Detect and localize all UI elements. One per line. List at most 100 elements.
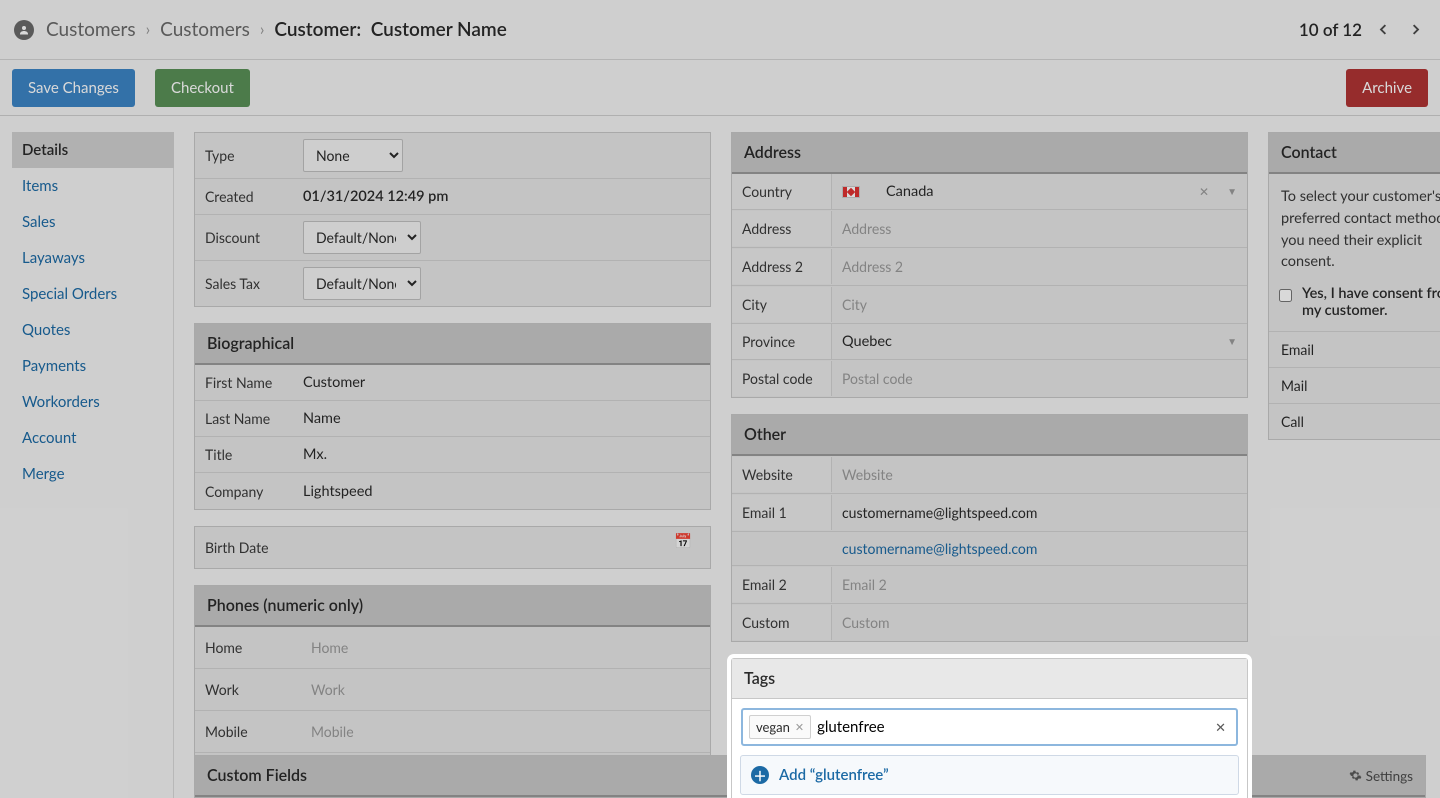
pager-next-button[interactable]	[1404, 19, 1426, 41]
sidebar-item-items[interactable]: Items	[12, 168, 173, 204]
sidebar: Details Items Sales Layaways Special Ord…	[12, 132, 174, 798]
checkout-button[interactable]: Checkout	[155, 69, 250, 107]
phones-header: Phones (numeric only)	[195, 586, 710, 627]
consent-row[interactable]: Yes, I have consent from my customer.	[1269, 285, 1440, 331]
first-name-value[interactable]: Customer	[295, 365, 710, 400]
company-label: Company	[195, 474, 295, 509]
email2-label: Email 2	[732, 567, 832, 602]
province-label: Province	[732, 324, 832, 359]
pager-prev-button[interactable]	[1372, 19, 1394, 41]
sidebar-item-sales[interactable]: Sales	[12, 204, 173, 240]
first-name-label: First Name	[195, 365, 295, 400]
chevron-down-icon: ▼	[1227, 336, 1237, 348]
contact-method-email-label: Email	[1281, 341, 1314, 358]
type-select[interactable]: None	[303, 139, 403, 172]
phone-home-input[interactable]	[303, 633, 702, 662]
country-select[interactable]: Canada ✕ ▼	[832, 174, 1247, 209]
sidebar-item-payments[interactable]: Payments	[12, 348, 173, 384]
sidebar-item-layaways[interactable]: Layaways	[12, 240, 173, 276]
phone-work-label: Work	[195, 672, 295, 707]
province-select[interactable]: Quebec ▼	[832, 324, 1247, 359]
last-name-label: Last Name	[195, 401, 295, 436]
sidebar-item-special-orders[interactable]: Special Orders	[12, 276, 173, 312]
province-value: Quebec	[842, 333, 892, 350]
custom-label: Custom	[732, 605, 832, 640]
postal-input[interactable]	[832, 360, 1247, 397]
consent-checkbox[interactable]	[1279, 288, 1292, 303]
contact-body-text: To select your customer's preferred cont…	[1269, 174, 1440, 285]
sidebar-item-details[interactable]: Details	[12, 132, 174, 168]
biographical-header: Biographical	[195, 324, 710, 365]
sidebar-item-account[interactable]: Account	[12, 420, 173, 456]
top-bar: Customers › Customers › Customer: Custom…	[0, 0, 1440, 60]
column-3: Contact To select your customer's prefer…	[1268, 132, 1440, 456]
contact-panel: Contact To select your customer's prefer…	[1268, 132, 1440, 440]
birthdate-label: Birth Date	[195, 530, 295, 565]
contact-header: Contact	[1269, 133, 1440, 174]
birthdate-input[interactable]	[303, 533, 674, 562]
country-value: Canada	[886, 183, 934, 200]
column-2: Address CountryCanada✕▼ Address Address …	[731, 132, 1248, 798]
email2-input[interactable]	[832, 566, 1247, 603]
email1-input[interactable]	[832, 494, 1247, 531]
birthdate-panel: Birth Date 📅	[194, 526, 711, 569]
breadcrumb-current: Customer: Customer Name	[274, 18, 506, 41]
type-label: Type	[195, 138, 295, 173]
created-value: 01/31/2024 12:49 pm	[295, 179, 710, 214]
phone-home-label: Home	[195, 630, 295, 665]
address-panel: Address CountryCanada✕▼ Address Address …	[731, 132, 1248, 398]
discount-label: Discount	[195, 220, 295, 255]
tags-add-label: Add “glutenfree”	[779, 766, 889, 784]
email1-link[interactable]: customername@lightspeed.com	[732, 532, 1247, 566]
tags-text-input[interactable]	[817, 718, 1205, 736]
sidebar-item-workorders[interactable]: Workorders	[12, 384, 173, 420]
tags-header: Tags	[732, 659, 1247, 699]
chevron-down-icon: ▼	[1227, 186, 1237, 198]
breadcrumb-l2[interactable]: Customers	[160, 18, 250, 41]
archive-button[interactable]: Archive	[1346, 69, 1428, 107]
website-input[interactable]	[832, 456, 1247, 493]
created-label: Created	[195, 179, 295, 214]
clear-icon[interactable]: ✕	[1199, 184, 1209, 199]
sidebar-item-merge[interactable]: Merge	[12, 456, 173, 492]
company-value[interactable]: Lightspeed	[295, 474, 710, 509]
tag-chip-vegan: vegan✕	[749, 715, 811, 739]
avatar-icon	[14, 20, 34, 40]
address-header: Address	[732, 133, 1247, 174]
consent-label: Yes, I have consent from my customer.	[1302, 285, 1440, 319]
phone-mobile-label: Mobile	[195, 714, 295, 749]
address-input[interactable]	[832, 210, 1247, 247]
address2-input[interactable]	[832, 248, 1247, 285]
general-panel: TypeNone Created01/31/2024 12:49 pm Disc…	[194, 132, 711, 307]
address-label: Address	[732, 211, 832, 246]
salestax-label: Sales Tax	[195, 266, 295, 301]
chevron-right-icon: ›	[146, 20, 151, 39]
phone-work-input[interactable]	[303, 675, 702, 704]
city-input[interactable]	[832, 286, 1247, 323]
other-header: Other	[732, 415, 1247, 456]
website-label: Website	[732, 457, 832, 492]
tags-clear-button[interactable]: ✕	[1211, 719, 1230, 736]
save-button[interactable]: Save Changes	[12, 69, 135, 107]
tag-remove-icon[interactable]: ✕	[795, 721, 804, 734]
tags-add-suggestion[interactable]: ＋ Add “glutenfree”	[740, 755, 1239, 795]
gear-icon	[1349, 769, 1362, 782]
biographical-panel: Biographical First NameCustomer Last Nam…	[194, 323, 711, 510]
breadcrumb-l1[interactable]: Customers	[46, 18, 136, 41]
title-label: Title	[195, 437, 295, 472]
other-panel: Other Website Email 1 customername@light…	[731, 414, 1248, 642]
calendar-icon[interactable]: 📅	[674, 533, 702, 562]
tags-input-wrapper[interactable]: vegan✕ ✕	[741, 708, 1238, 746]
phone-mobile-input[interactable]	[303, 717, 702, 746]
flag-canada-icon	[842, 186, 860, 198]
title-value[interactable]: Mx.	[295, 437, 710, 472]
discount-select[interactable]: Default/None	[303, 221, 421, 254]
sidebar-item-quotes[interactable]: Quotes	[12, 312, 173, 348]
custom-input[interactable]	[832, 604, 1247, 641]
salestax-select[interactable]: Default/None	[303, 267, 421, 300]
contact-method-call-label: Call	[1281, 413, 1304, 430]
custom-settings-link[interactable]: Settings	[1349, 768, 1413, 784]
last-name-value[interactable]: Name	[295, 401, 710, 436]
column-1: TypeNone Created01/31/2024 12:49 pm Disc…	[194, 132, 711, 798]
pager-text: 10 of 12	[1299, 19, 1362, 40]
